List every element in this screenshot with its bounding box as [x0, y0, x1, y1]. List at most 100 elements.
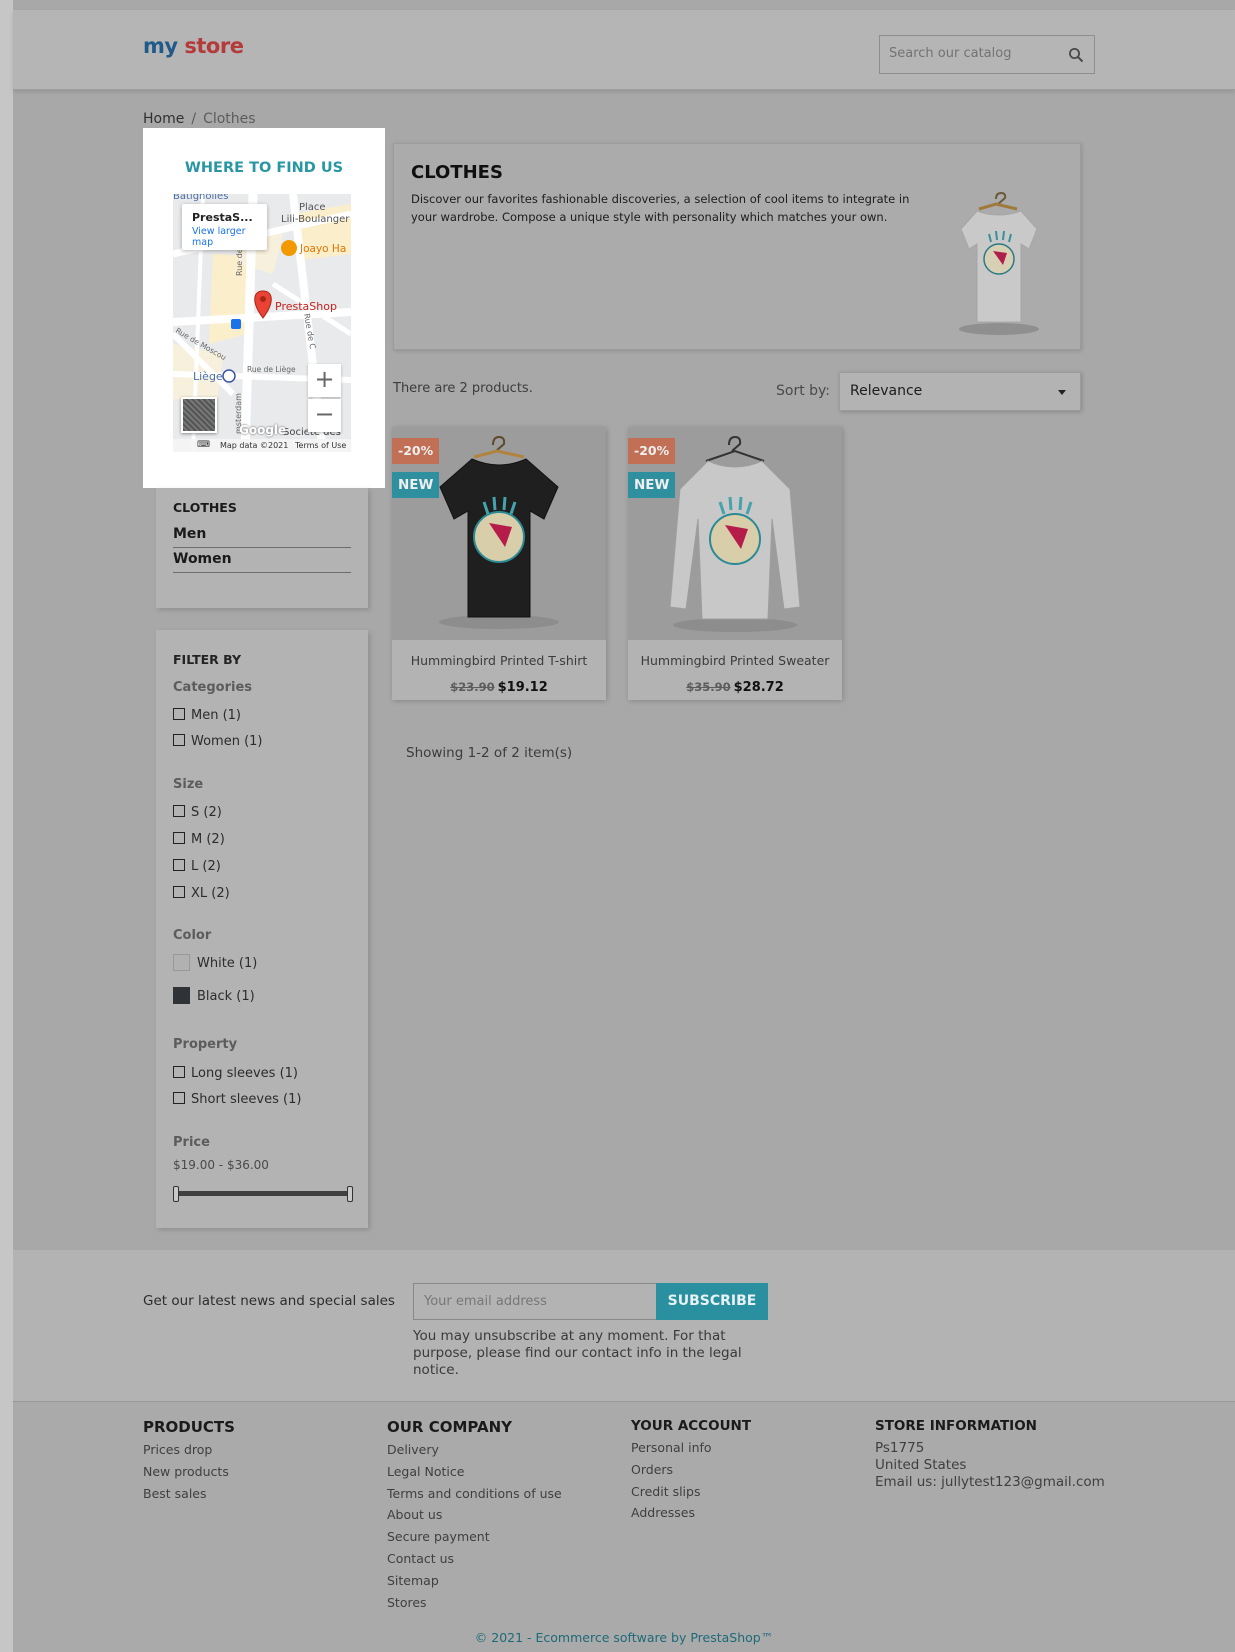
footer-link[interactable]: Delivery	[387, 1442, 562, 1464]
filter-option-label: M (2)	[191, 832, 225, 847]
map-label-lili: Lili-Boulanger	[281, 214, 350, 225]
map-terms-link[interactable]: Terms of Use	[295, 441, 346, 450]
footer-store-info-column: STORE INFORMATION Ps1775 United States E…	[875, 1418, 1105, 1491]
map-marker-label: PrestaShop	[275, 300, 337, 313]
footer-link[interactable]: Personal info	[631, 1440, 751, 1462]
product-price: $23.90 $19.12	[392, 676, 606, 695]
where-to-find-us-block: WHERE TO FIND US Batignolles Place Lili-…	[143, 128, 385, 488]
footer-store-title: STORE INFORMATION	[875, 1418, 1037, 1434]
store-map[interactable]: Batignolles Place Lili-Boulanger Joayo H…	[173, 194, 351, 452]
footer-link[interactable]: Sitemap	[387, 1573, 562, 1595]
search-icon[interactable]	[1068, 47, 1084, 63]
category-tree-title[interactable]: CLOTHES	[173, 500, 237, 515]
checkbox[interactable]	[173, 734, 185, 746]
footer-link[interactable]: New products	[143, 1464, 235, 1486]
store-email[interactable]: Email us: jullytest123@gmail.com	[875, 1474, 1105, 1491]
filter-option-women[interactable]: Women (1)	[173, 734, 263, 749]
map-attribution-bar: ⌨ Map data ©2021 Terms of Use	[173, 439, 351, 452]
footer-company-title: OUR COMPANY	[387, 1418, 513, 1436]
caret-down-icon	[1058, 390, 1066, 395]
filter-option-label: Women (1)	[191, 734, 263, 749]
filter-option-short-sleeves[interactable]: Short sleeves (1)	[173, 1092, 301, 1107]
newsletter-block: Get our latest news and special sales Yo…	[13, 1250, 1235, 1402]
filter-option-color-black[interactable]: Black (1)	[173, 987, 255, 1004]
checkbox[interactable]	[173, 1066, 185, 1078]
sort-select[interactable]: Relevance	[839, 372, 1081, 411]
product-name[interactable]: Hummingbird Printed T-shirt	[392, 653, 606, 668]
filter-option-long-sleeves[interactable]: Long sleeves (1)	[173, 1066, 298, 1081]
site-footer: PRODUCTS Prices drop New products Best s…	[13, 1402, 1235, 1652]
footer-link[interactable]: Secure payment	[387, 1529, 562, 1551]
keyboard-icon[interactable]: ⌨	[197, 440, 210, 450]
color-swatch-white[interactable]	[173, 954, 190, 971]
search-input[interactable]: Search our catalog	[879, 35, 1095, 74]
footer-account-title[interactable]: YOUR ACCOUNT	[631, 1418, 751, 1434]
product-count: There are 2 products.	[393, 381, 533, 396]
search-placeholder: Search our catalog	[889, 46, 1012, 61]
category-item-men[interactable]: Men	[173, 524, 351, 548]
subscribe-button[interactable]: SUBSCRIBE	[656, 1283, 768, 1320]
map-popup-name: PrestaS...	[192, 211, 253, 224]
breadcrumb-current[interactable]: Clothes	[203, 111, 256, 127]
breadcrumb-home[interactable]: Home	[143, 111, 184, 127]
price-slider-max-handle[interactable]	[347, 1186, 353, 1202]
price-slider-min-handle[interactable]	[173, 1186, 179, 1202]
footer-link[interactable]: Best sales	[143, 1486, 235, 1508]
discount-badge: -20%	[392, 438, 440, 464]
map-zoom-out-button[interactable]: −	[308, 399, 341, 432]
checkbox[interactable]	[173, 886, 185, 898]
category-description: Discover our favorites fashionable disco…	[411, 192, 910, 224]
price-range-value: $19.00 - $36.00	[173, 1158, 269, 1172]
product-name[interactable]: Hummingbird Printed Sweater	[628, 653, 842, 668]
footer-link[interactable]: Terms and conditions of use	[387, 1486, 562, 1508]
checkbox[interactable]	[173, 1092, 185, 1104]
map-label-rue-de: Rue de	[235, 248, 244, 276]
sort-label: Sort by:	[776, 383, 831, 399]
filter-categories-heading: Categories	[173, 680, 253, 695]
product-card[interactable]: -20% NEW Hummingbird Printed T-shirt $23…	[392, 427, 606, 700]
footer-company-column: OUR COMPANY Delivery Legal Notice Terms …	[387, 1418, 562, 1616]
footer-link[interactable]: Addresses	[631, 1505, 751, 1527]
filter-property-heading: Property	[173, 1037, 238, 1052]
footer-account-column: YOUR ACCOUNT Personal info Orders Credit…	[631, 1418, 751, 1527]
footer-link[interactable]: Credit slips	[631, 1484, 751, 1506]
newsletter-email-input[interactable]: Your email address	[413, 1283, 657, 1320]
sale-price: $19.12	[497, 680, 548, 695]
checkbox[interactable]	[173, 832, 185, 844]
footer-link[interactable]: About us	[387, 1507, 562, 1529]
filter-option-men[interactable]: Men (1)	[173, 708, 241, 723]
sort-selected-value: Relevance	[850, 383, 923, 399]
regular-price: $23.90	[450, 680, 495, 694]
filter-option-label: Long sleeves (1)	[191, 1066, 298, 1081]
price-slider[interactable]	[173, 1186, 354, 1202]
footer-link[interactable]: Prices drop	[143, 1442, 235, 1464]
footer-link[interactable]: Contact us	[387, 1551, 562, 1573]
filter-option-label: XL (2)	[191, 886, 230, 901]
store-logo[interactable]: my store	[143, 34, 244, 58]
checkbox[interactable]	[173, 708, 185, 720]
store-info-line: United States	[875, 1457, 967, 1473]
filter-color-heading: Color	[173, 928, 212, 943]
view-larger-map-link[interactable]: View larger map	[192, 226, 267, 248]
store-info-line: Ps1775	[875, 1440, 925, 1456]
map-zoom-in-button[interactable]: +	[308, 364, 341, 397]
footer-link[interactable]: Orders	[631, 1462, 751, 1484]
filter-option-size-m[interactable]: M (2)	[173, 832, 225, 847]
filter-option-size-xl[interactable]: XL (2)	[173, 886, 230, 901]
regular-price: $35.90	[686, 680, 731, 694]
copyright-link[interactable]: © 2021 - Ecommerce software by PrestaSho…	[13, 1630, 1235, 1645]
map-label-place: Place	[299, 202, 326, 213]
filter-option-size-s[interactable]: S (2)	[173, 805, 222, 820]
color-swatch-black[interactable]	[173, 987, 190, 1004]
category-item-women[interactable]: Women	[173, 549, 351, 573]
product-card[interactable]: -20% NEW Hummingbird Printed Sweater $35…	[628, 427, 842, 700]
filter-option-size-l[interactable]: L (2)	[173, 859, 221, 874]
filter-option-color-white[interactable]: White (1)	[173, 954, 257, 971]
checkbox[interactable]	[173, 859, 185, 871]
footer-link[interactable]: Legal Notice	[387, 1464, 562, 1486]
map-satellite-toggle[interactable]	[181, 397, 217, 433]
checkbox[interactable]	[173, 805, 185, 817]
filter-option-label: Short sleeves (1)	[191, 1092, 302, 1107]
footer-link[interactable]: Stores	[387, 1595, 562, 1617]
footer-products-title: PRODUCTS	[143, 1418, 235, 1436]
